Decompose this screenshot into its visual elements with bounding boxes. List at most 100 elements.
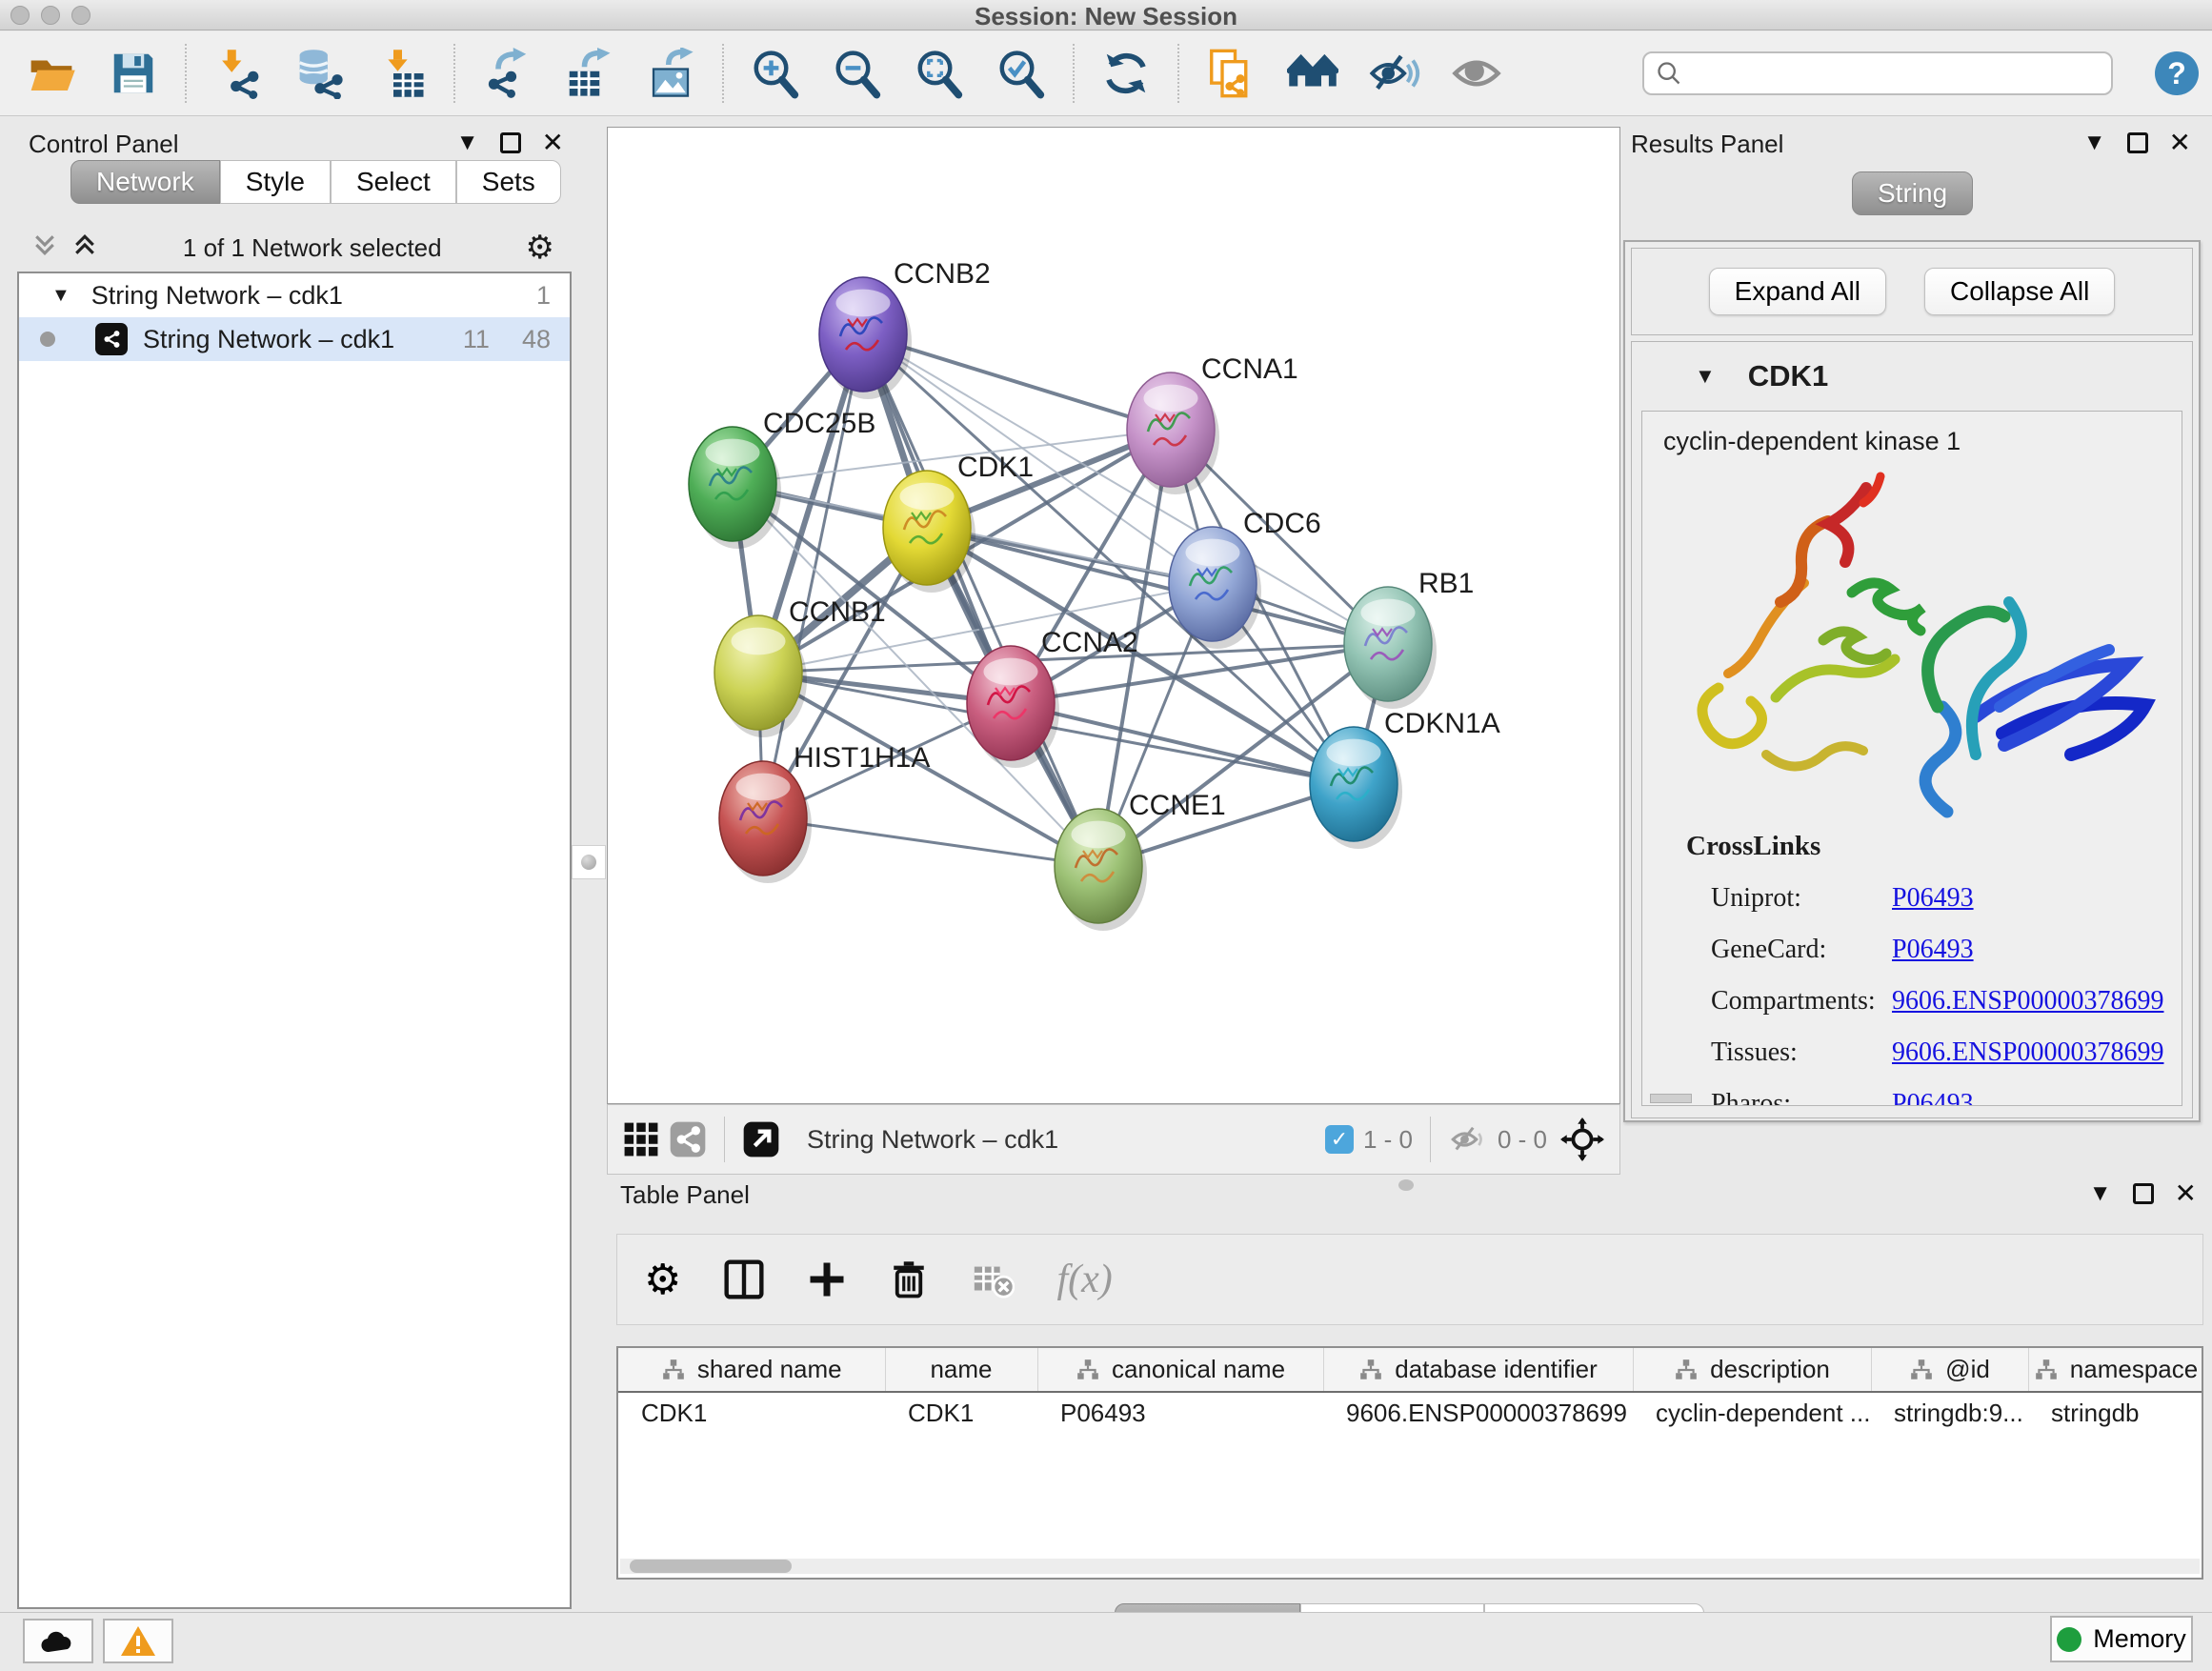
table-cell[interactable]: P06493 — [1037, 1392, 1323, 1434]
table-options-gear-icon[interactable]: ⚙ — [644, 1251, 681, 1308]
collapse-all-networks-icon[interactable] — [30, 231, 59, 266]
export-table-icon — [563, 48, 614, 99]
copy-network-style-button[interactable] — [1202, 45, 1259, 102]
zoom-in-button[interactable] — [747, 45, 804, 102]
column-header-namespace[interactable]: namespace — [2028, 1348, 2203, 1392]
expand-all-networks-icon[interactable] — [70, 231, 99, 266]
help-button[interactable]: ? — [2155, 51, 2199, 95]
fit-content-button[interactable] — [1560, 1111, 1604, 1168]
tab-select[interactable]: Select — [331, 160, 456, 204]
zoom-fit-button[interactable] — [911, 45, 968, 102]
table-cell[interactable]: stringdb — [2028, 1392, 2203, 1434]
cloud-button[interactable] — [23, 1619, 93, 1663]
network-graph[interactable]: CCNB2CCNA1CDC25BCDK1CDC6RB1CCNB1CCNA2CDK… — [608, 128, 1619, 1103]
column-header--id[interactable]: @id — [1871, 1348, 2028, 1392]
panel-menu-icon[interactable]: ▼ — [456, 131, 479, 154]
network-canvas[interactable]: CCNB2CCNA1CDC25BCDK1CDC6RB1CCNB1CCNA2CDK… — [607, 127, 1620, 1104]
collection-collapse-icon[interactable]: ▼ — [51, 285, 70, 307]
table-hscroll-thumb[interactable] — [630, 1560, 792, 1573]
panel-float-icon[interactable] — [2127, 132, 2148, 153]
crosslink-link[interactable]: 9606.ENSP00000378699 — [1892, 986, 2163, 1017]
network-node-cdkn1a[interactable]: CDKN1A — [1310, 708, 1500, 849]
column-header-name[interactable]: name — [885, 1348, 1037, 1392]
table-row[interactable]: CDK1CDK1P064939606.ENSP00000378699cyclin… — [618, 1392, 2203, 1434]
show-eye-button[interactable] — [1448, 45, 1505, 102]
tab-sets[interactable]: Sets — [456, 160, 561, 204]
tab-style[interactable]: Style — [220, 160, 331, 204]
table-cell[interactable]: 9606.ENSP00000378699 — [1323, 1392, 1633, 1434]
network-share-button[interactable] — [669, 1111, 707, 1168]
refresh-button[interactable] — [1097, 45, 1155, 102]
hide-network-button[interactable] — [1366, 45, 1423, 102]
network-row-selected[interactable]: String Network – cdk1 11 48 — [19, 317, 570, 361]
crosslink-link[interactable]: P06493 — [1892, 883, 1974, 914]
network-edge[interactable] — [763, 818, 1098, 866]
network-collection-row[interactable]: ▼ String Network – cdk1 1 — [19, 273, 570, 317]
string-home-button[interactable] — [1284, 45, 1341, 102]
expand-all-button[interactable]: Expand All — [1709, 268, 1886, 315]
column-header-canonical-name[interactable]: canonical name — [1037, 1348, 1323, 1392]
crosslink-link[interactable]: P06493 — [1892, 935, 1974, 965]
delete-column-button[interactable] — [889, 1251, 929, 1308]
table-cell[interactable]: CDK1 — [885, 1392, 1037, 1434]
network-node-ccna1[interactable]: CCNA1 — [1127, 353, 1298, 494]
memory-button[interactable]: Memory — [2050, 1616, 2193, 1662]
column-header-shared-name[interactable]: shared name — [618, 1348, 885, 1392]
panel-float-icon[interactable] — [500, 132, 521, 153]
crosslink-link[interactable]: 9606.ENSP00000378699 — [1892, 1037, 2163, 1068]
function-builder-icon[interactable]: f(x) — [1056, 1257, 1112, 1302]
zoom-selected-button[interactable] — [993, 45, 1050, 102]
warnings-button[interactable] — [103, 1619, 173, 1663]
network-node-rb1[interactable]: RB1 — [1344, 568, 1474, 709]
export-image-button[interactable] — [642, 45, 699, 102]
tab-string[interactable]: String — [1852, 171, 1973, 215]
control-panel: Control Panel ▼ ✕ Network Style Select S… — [8, 122, 581, 1612]
show-columns-button[interactable] — [723, 1251, 765, 1308]
tab-network[interactable]: Network — [70, 160, 220, 204]
network-options-gear-icon[interactable]: ⚙ — [526, 229, 554, 267]
section-collapse-icon[interactable]: ▼ — [1695, 364, 1716, 389]
panel-close-icon[interactable]: ✕ — [2175, 1180, 2197, 1207]
panel-menu-icon[interactable]: ▼ — [2083, 131, 2106, 154]
network-tree: ▼ String Network – cdk1 1 String Network… — [17, 272, 572, 1609]
create-column-button[interactable] — [807, 1251, 847, 1308]
import-table-button[interactable] — [373, 45, 431, 102]
column-header-database-identifier[interactable]: database identifier — [1323, 1348, 1633, 1392]
table-cell[interactable]: CDK1 — [618, 1392, 885, 1434]
import-network-file-button[interactable] — [210, 45, 267, 102]
panel-menu-icon[interactable]: ▼ — [2089, 1182, 2112, 1205]
selected-checkbox-icon[interactable]: ✓ — [1325, 1125, 1354, 1154]
column-header-description[interactable]: description — [1633, 1348, 1871, 1392]
crosslink-link[interactable]: P06493 — [1892, 1089, 1974, 1106]
open-session-button[interactable] — [23, 45, 80, 102]
export-table-button[interactable] — [560, 45, 617, 102]
panel-close-icon[interactable]: ✕ — [542, 130, 564, 156]
zoom-out-button[interactable] — [829, 45, 886, 102]
import-table-icon — [376, 48, 428, 99]
birdseye-grid-button[interactable] — [623, 1111, 659, 1168]
left-splitter-handle[interactable] — [572, 845, 606, 879]
table-hscrollbar[interactable] — [620, 1559, 2200, 1574]
network-edge[interactable] — [1011, 703, 1354, 784]
panel-float-icon[interactable] — [2133, 1183, 2154, 1204]
node-table[interactable]: shared namenamecanonical namedatabase id… — [616, 1346, 2203, 1580]
network-node-ccne1[interactable]: CCNE1 — [1055, 790, 1226, 931]
panel-close-icon[interactable]: ✕ — [2169, 130, 2191, 156]
detach-view-button[interactable] — [742, 1111, 780, 1168]
results-hscroll-thumb[interactable] — [1650, 1094, 1692, 1103]
import-network-database-button[interactable] — [292, 45, 349, 102]
table-cell[interactable]: cyclin-dependent ... — [1633, 1392, 1871, 1434]
table-cell[interactable]: stringdb:9... — [1871, 1392, 2028, 1434]
network-edge[interactable] — [863, 334, 1098, 866]
window-title: Session: New Session — [0, 2, 2212, 31]
network-node-ccnb2[interactable]: CCNB2 — [819, 258, 991, 399]
network-node-ccna2[interactable]: CCNA2 — [967, 627, 1138, 768]
search-input[interactable] — [1690, 59, 2100, 89]
delete-table-button[interactable] — [971, 1251, 1015, 1308]
save-session-button[interactable] — [105, 45, 162, 102]
export-network-button[interactable] — [478, 45, 535, 102]
toolbar-separator — [1430, 1117, 1431, 1162]
network-node-hist1h1a[interactable]: HIST1H1A — [719, 742, 930, 883]
crosslink-row: Uniprot:P06493 — [1642, 883, 2182, 914]
collapse-all-button[interactable]: Collapse All — [1924, 268, 2115, 315]
